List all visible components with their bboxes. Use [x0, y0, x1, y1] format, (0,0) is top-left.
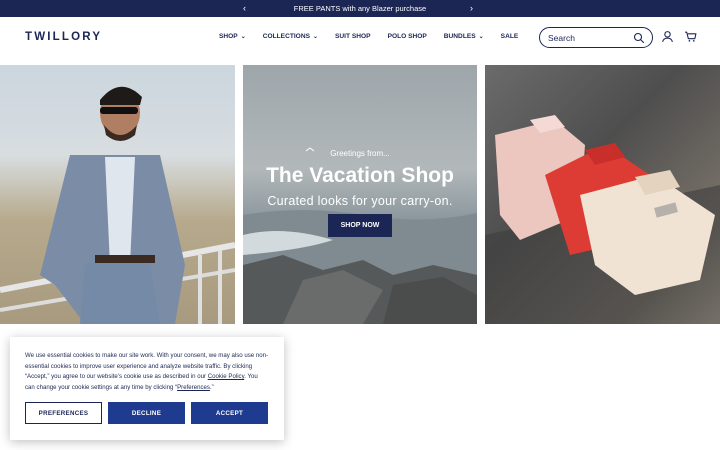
hero-image-shirts[interactable]	[485, 65, 720, 324]
search-icon[interactable]	[633, 32, 645, 44]
nav-bundles-label: BUNDLES	[443, 33, 476, 40]
nav-polo-shop-label: POLO SHOP	[387, 33, 427, 40]
nav-shop[interactable]: SHOP ⌄	[219, 33, 246, 40]
nav-bundles[interactable]: BUNDLES ⌄	[444, 33, 484, 40]
man-in-suit-image	[0, 86, 235, 324]
logo[interactable]: TWILLORY	[25, 31, 102, 43]
account-icon[interactable]	[661, 30, 674, 43]
cookie-text-part-3: .”	[209, 384, 214, 392]
main-nav: SHOP ⌄ COLLECTIONS ⌄ SUIT SHOP POLO SHOP…	[219, 33, 535, 40]
hero-title: The Vacation Shop	[266, 164, 454, 187]
cookie-button-group: PREFERENCES DECLINE ACCEPT	[25, 402, 268, 424]
search-box[interactable]	[539, 27, 653, 48]
decline-button[interactable]: DECLINE	[108, 402, 185, 424]
preferences-button[interactable]: PREFERENCES	[25, 402, 102, 424]
hero-subtitle: Curated looks for your carry-on.	[267, 194, 453, 208]
hero-vacation-shop[interactable]: Greetings from... The Vacation Shop Cura…	[243, 65, 477, 324]
hero-pretitle: Greetings from...	[330, 149, 390, 158]
chevron-down-icon: ⌄	[240, 34, 246, 40]
cart-icon[interactable]	[684, 30, 697, 43]
cookie-message: We use essential cookies to make our sit…	[25, 351, 269, 394]
nav-suit-shop-label: SUIT SHOP	[335, 33, 371, 40]
search-input[interactable]	[548, 32, 628, 43]
announcement-bar: ‹ FREE PANTS with any Blazer purchase ›	[0, 0, 720, 17]
site-header: TWILLORY SHOP ⌄ COLLECTIONS ⌄ SUIT SHOP …	[0, 17, 720, 65]
announcement-text[interactable]: FREE PANTS with any Blazer purchase	[294, 4, 426, 13]
nav-sale[interactable]: SALE	[501, 33, 519, 40]
announcement-next-button[interactable]: ›	[470, 0, 473, 17]
nav-collections-label: COLLECTIONS	[262, 33, 310, 40]
chevron-down-icon: ⌄	[478, 34, 484, 40]
announcement-prev-button[interactable]: ‹	[243, 0, 246, 17]
nav-polo-shop[interactable]: POLO SHOP	[388, 33, 427, 40]
cookie-consent-dialog: We use essential cookies to make our sit…	[10, 337, 284, 440]
hero-image-model[interactable]	[0, 65, 235, 324]
nav-shop-label: SHOP	[219, 33, 238, 40]
chevron-down-icon: ⌄	[312, 34, 319, 40]
shop-now-button[interactable]: SHOP NOW	[327, 214, 393, 237]
hero-text-block: Greetings from... The Vacation Shop Cura…	[243, 149, 477, 237]
cookie-policy-link[interactable]: Cookie Policy	[208, 373, 244, 380]
nav-collections[interactable]: COLLECTIONS ⌄	[263, 33, 318, 40]
accept-button[interactable]: ACCEPT	[191, 402, 268, 424]
nav-suit-shop[interactable]: SUIT SHOP	[335, 33, 371, 40]
preferences-link[interactable]: Preferences	[177, 384, 210, 391]
folded-shirts-image	[485, 115, 720, 324]
nav-sale-label: SALE	[500, 33, 519, 40]
